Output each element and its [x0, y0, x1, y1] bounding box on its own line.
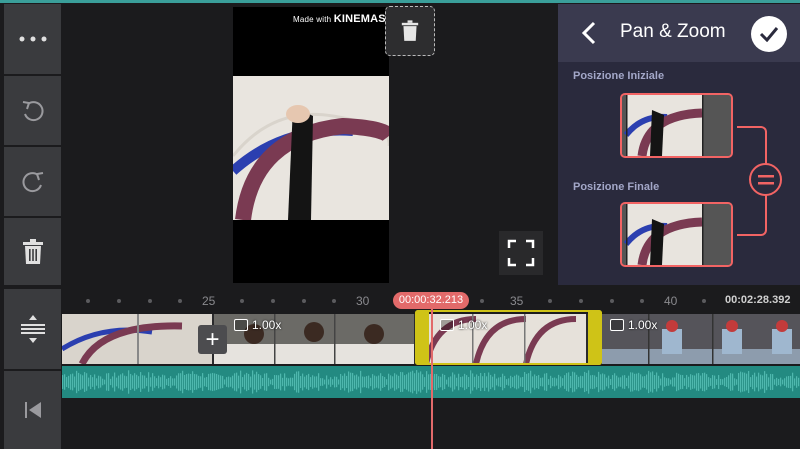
- menu-button[interactable]: [4, 4, 61, 74]
- delete-button[interactable]: [4, 218, 61, 285]
- undo-icon: [22, 100, 43, 121]
- fullscreen-button[interactable]: [499, 231, 543, 275]
- track-height-button[interactable]: [4, 289, 61, 369]
- video-clip[interactable]: 1.00x: [214, 314, 414, 364]
- redo-icon: [22, 171, 43, 192]
- more-horizontal-icon: [19, 36, 46, 42]
- swap-positions-button[interactable]: [749, 163, 782, 196]
- top-accent-line: [0, 0, 800, 3]
- film-icon: [234, 319, 248, 331]
- trash-icon: [401, 20, 419, 41]
- start-position-thumbnail[interactable]: [620, 93, 733, 158]
- video-clip[interactable]: 1.00x: [602, 314, 800, 364]
- skip-to-start-icon: [24, 402, 41, 418]
- clip-speed: 1.00x: [610, 318, 657, 332]
- pan-zoom-panel: Pan & Zoom Posizione Iniziale Posizione …: [558, 4, 800, 285]
- tick-label: 25: [202, 294, 216, 308]
- link-equal-icon: [757, 174, 774, 184]
- expand-vertical-icon: [20, 315, 45, 343]
- fullscreen-icon: [507, 239, 535, 267]
- tick-label: 30: [356, 294, 370, 308]
- playhead[interactable]: [431, 305, 433, 449]
- confirm-button[interactable]: [751, 16, 787, 52]
- end-position-thumbnail[interactable]: [620, 202, 733, 267]
- skip-to-start-button[interactable]: [4, 371, 61, 449]
- total-duration: 00:02:28.392: [725, 294, 791, 306]
- tick-label: 35: [510, 294, 524, 308]
- video-preview[interactable]: Made with KINEMASTER: [233, 7, 408, 283]
- delete-layer-button[interactable]: [385, 6, 435, 56]
- panel-header: Pan & Zoom: [558, 4, 800, 62]
- film-icon: [610, 319, 624, 331]
- trash-icon: [22, 238, 43, 264]
- end-position-label: Posizione Finale: [573, 181, 660, 193]
- clip-speed: 1.00x: [234, 318, 281, 332]
- plus-icon: +: [205, 325, 220, 353]
- start-position-label: Posizione Iniziale: [573, 70, 665, 82]
- tick-label: 40: [664, 294, 678, 308]
- check-icon: [759, 27, 779, 42]
- add-transition-button[interactable]: +: [198, 325, 227, 354]
- redo-button[interactable]: [4, 147, 61, 216]
- chevron-left-icon[interactable]: [578, 20, 602, 46]
- preview-frame: [233, 76, 389, 220]
- video-clip[interactable]: [62, 314, 212, 364]
- undo-button[interactable]: [4, 76, 61, 145]
- panel-title: Pan & Zoom: [620, 21, 726, 42]
- selected-clip-frame: [415, 310, 602, 365]
